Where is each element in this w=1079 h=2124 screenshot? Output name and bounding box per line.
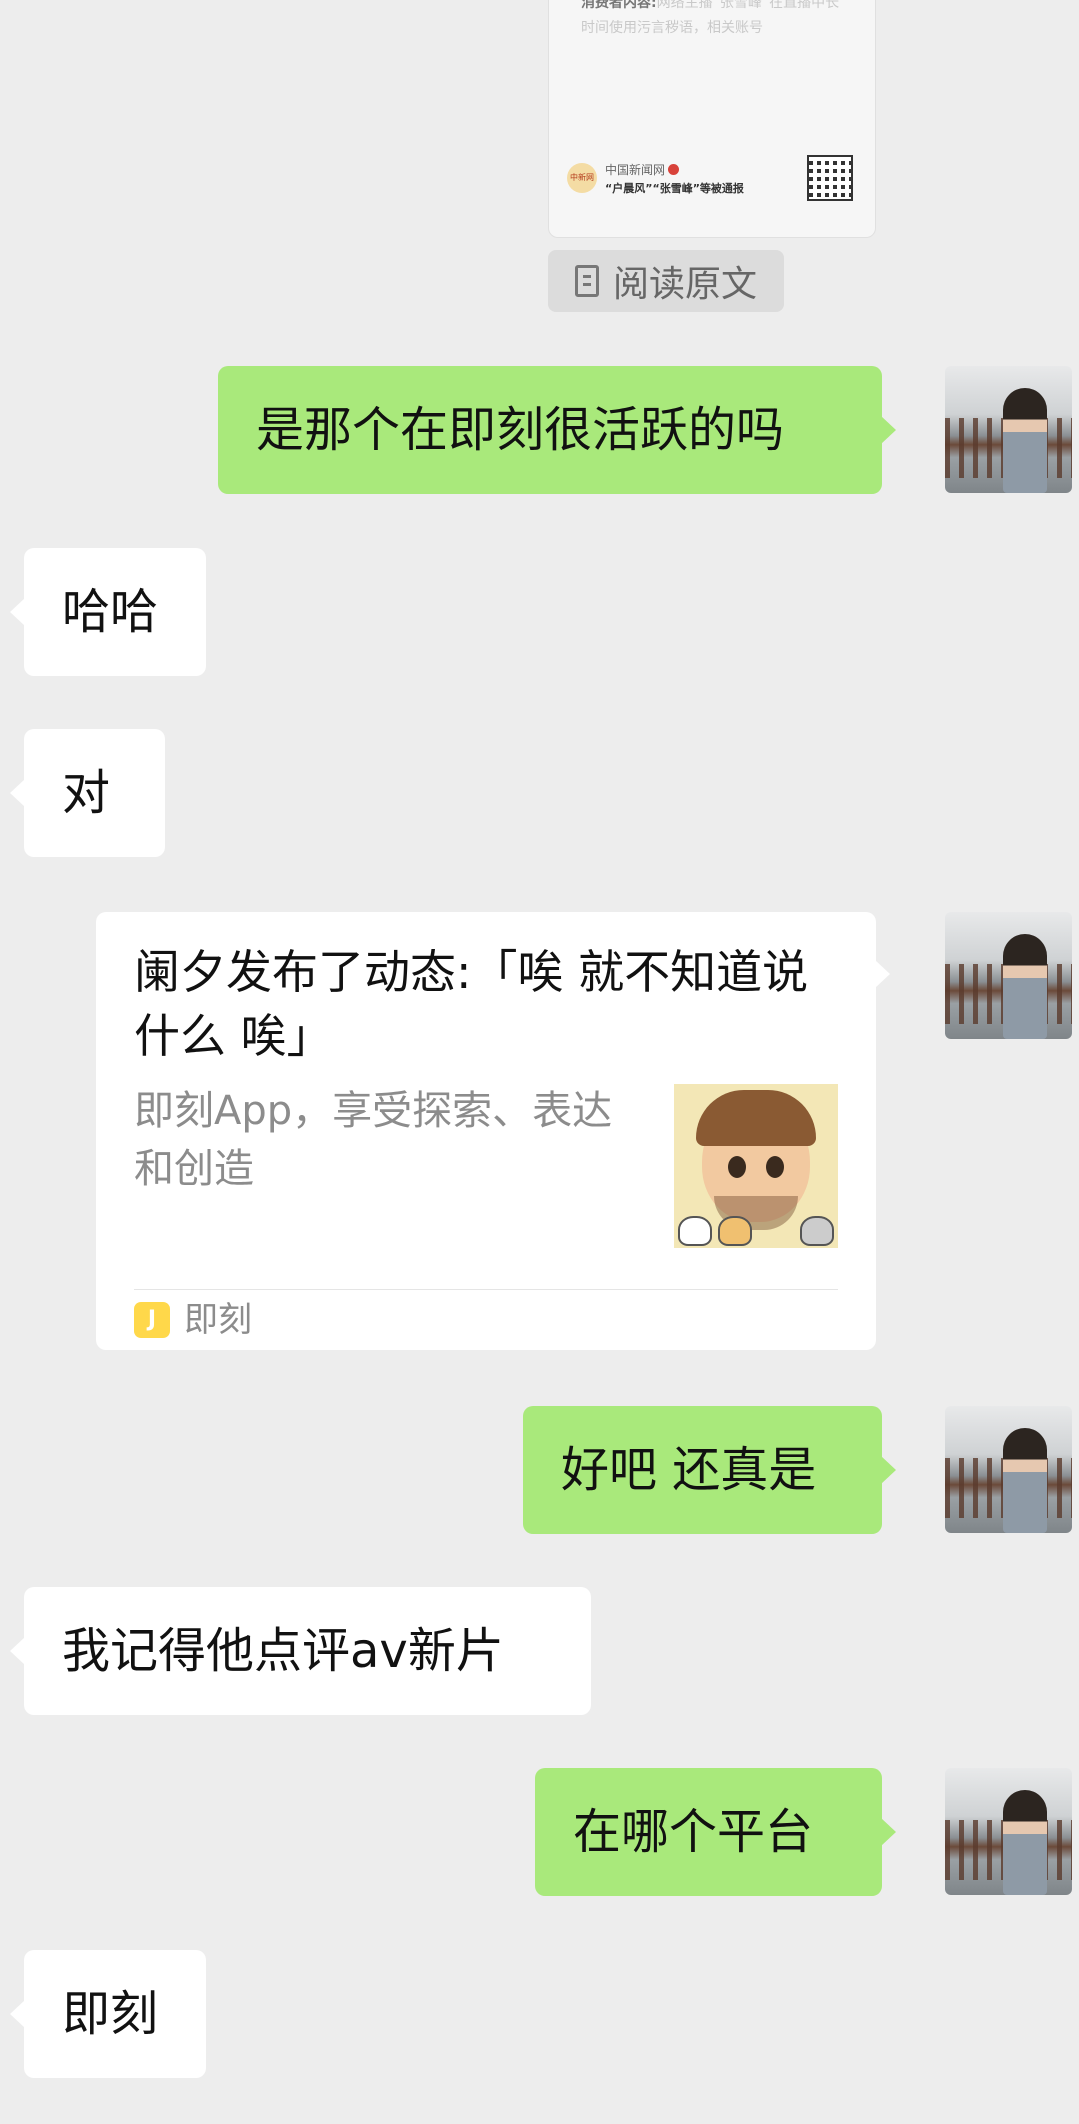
- source-app-name: 即刻: [184, 1300, 252, 1340]
- news-source-logo: 中新网: [567, 163, 597, 193]
- message-row: 是那个在即刻很活跃的吗: [0, 366, 1079, 494]
- shared-post-description: 即刻App，享受探索、表达和创造: [134, 1088, 613, 1192]
- message-row: 在哪个平台: [0, 1768, 1079, 1896]
- shared-post-thumbnail: [674, 1084, 838, 1248]
- shared-post-card[interactable]: 阑夕发布了动态:「唉 就不知道说什么 唉」 即刻App，享受探索、表达和创造 J…: [96, 912, 890, 1350]
- qr-code-icon: [807, 155, 853, 201]
- news-headline: “户晨风”“张雪峰”等被通报: [605, 182, 744, 195]
- message-row: 我记得他点评av新片: [0, 1587, 1079, 1715]
- news-source-name: 中国新闻网: [605, 161, 680, 178]
- verified-icon: [668, 164, 680, 175]
- user-avatar[interactable]: [945, 366, 1072, 493]
- user-avatar[interactable]: [945, 912, 1072, 1039]
- message-row: 对: [0, 729, 1079, 857]
- card-divider: [134, 1289, 838, 1290]
- message-bubble-incoming[interactable]: 对: [10, 729, 165, 857]
- jike-app-icon: J: [134, 1302, 170, 1338]
- read-original-button[interactable]: 阅读原文: [548, 250, 784, 312]
- shared-post-title: 阑夕发布了动态:「唉 就不知道说什么 唉」: [134, 945, 809, 1063]
- article-snippet: 消费者内容:网络主播“张雪峰”在直播中长时间使用污言秽语，相关账号: [581, 0, 840, 36]
- document-icon: [574, 265, 599, 297]
- message-bubble-outgoing[interactable]: 好吧 还真是: [523, 1406, 896, 1534]
- message-row: 即刻: [0, 1950, 1079, 2078]
- message-bubble-outgoing[interactable]: 在哪个平台: [535, 1768, 896, 1896]
- message-row: 好吧 还真是: [0, 1406, 1079, 1534]
- message-bubble-outgoing[interactable]: 是那个在即刻很活跃的吗: [218, 366, 896, 494]
- message-bubble-incoming[interactable]: 哈哈: [10, 548, 206, 676]
- message-bubble-incoming[interactable]: 即刻: [10, 1950, 206, 2078]
- user-avatar[interactable]: [945, 1406, 1072, 1533]
- message-bubble-incoming[interactable]: 我记得他点评av新片: [10, 1587, 591, 1715]
- read-original-label: 阅读原文: [612, 264, 757, 305]
- user-avatar[interactable]: [945, 1768, 1072, 1895]
- message-row: 哈哈: [0, 548, 1079, 676]
- article-preview-card[interactable]: 消费者内容:网络主播“张雪峰”在直播中长时间使用污言秽语，相关账号 中新网 中国…: [548, 0, 876, 238]
